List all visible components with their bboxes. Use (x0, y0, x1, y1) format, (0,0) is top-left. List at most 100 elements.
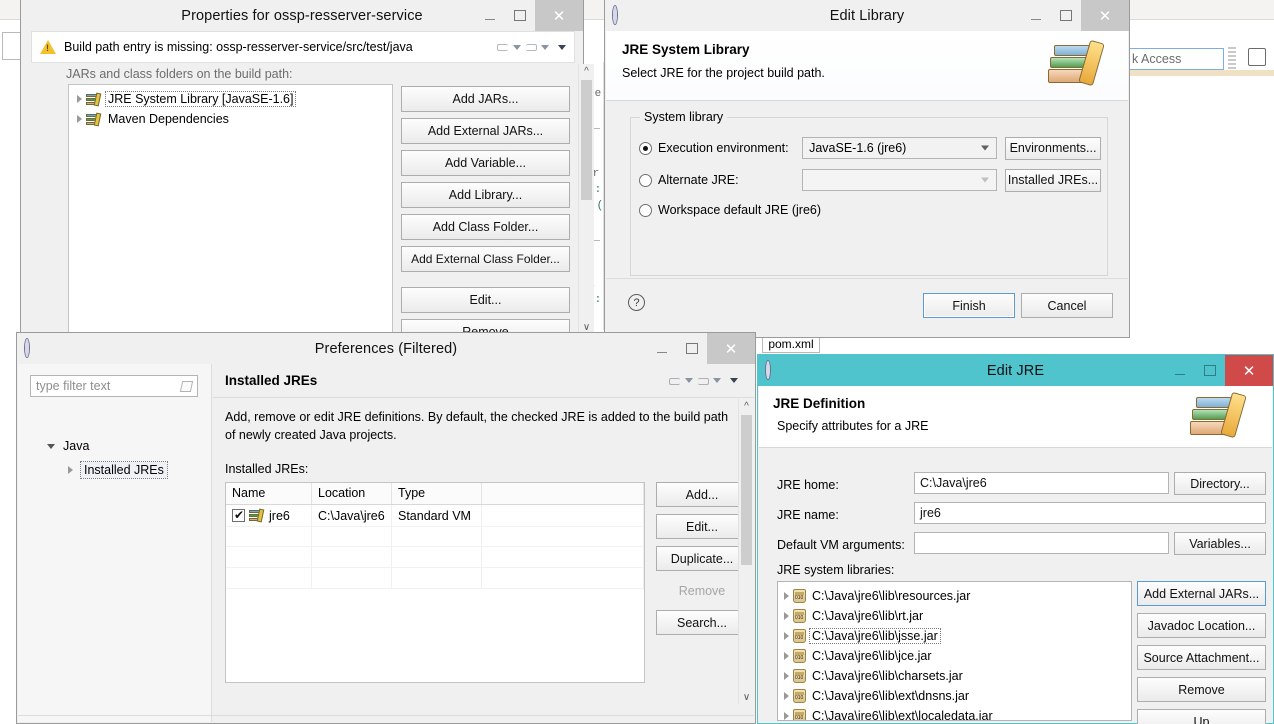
properties-scrollbar[interactable]: ^ ∨ (578, 64, 594, 334)
preferences-titlebar[interactable]: Preferences (Filtered) ✕ (17, 333, 755, 364)
chevron-right-icon[interactable] (784, 712, 789, 720)
library-up-button[interactable]: Up (1137, 709, 1266, 724)
library-list-item[interactable]: C:\Java\jre6\lib\resources.jar (782, 586, 1131, 606)
add-external-jars-button[interactable]: Add External JARs... (401, 118, 570, 144)
chevron-down-icon[interactable] (981, 177, 989, 183)
close-icon[interactable]: ✕ (1225, 355, 1273, 386)
filter-input[interactable]: type filter text (30, 375, 198, 397)
add-external-class-folder-button[interactable]: Add External Class Folder... (401, 246, 570, 272)
variables-button[interactable]: Variables... (1174, 532, 1266, 555)
add-library-button[interactable]: Add Library... (401, 182, 570, 208)
edit-jre-titlebar[interactable]: Edit JRE ✕ (758, 355, 1273, 386)
preferences-nav-icons[interactable] (668, 375, 738, 387)
table-row[interactable]: jre6 C:\Java\jre6 Standard VM (226, 505, 644, 526)
jre-checkbox[interactable] (232, 508, 245, 522)
jre-add-button[interactable]: Add... (656, 482, 748, 507)
alternate-jre-row[interactable]: Alternate JRE: Installed JREs... (639, 168, 1101, 192)
close-icon[interactable]: ✕ (1081, 0, 1129, 31)
chevron-right-icon[interactable] (68, 466, 73, 474)
execution-environment-row[interactable]: Execution environment: JavaSE-1.6 (jre6)… (639, 136, 1101, 160)
chevron-right-icon[interactable] (784, 592, 789, 600)
environments-button[interactable]: Environments... (1005, 136, 1101, 160)
forward-dropdown-icon[interactable] (713, 378, 721, 383)
add-jars-button[interactable]: Add JARs... (401, 86, 570, 112)
quick-access-input[interactable]: k Access (1128, 48, 1224, 70)
edit-library-window-controls[interactable]: ✕ (1021, 0, 1129, 31)
forward-dropdown-icon[interactable] (541, 44, 549, 50)
chevron-right-icon[interactable] (784, 632, 789, 640)
minimize-button[interactable] (1165, 355, 1195, 386)
jre-home-input[interactable]: C:\Java\jre6 (914, 472, 1169, 494)
cancel-button[interactable]: Cancel (1021, 293, 1113, 318)
edit-library-titlebar[interactable]: Edit Library ✕ (605, 0, 1129, 31)
sidebar-item-java[interactable]: Java (46, 436, 89, 456)
edit-button[interactable]: Edit... (401, 287, 570, 313)
library-list-item[interactable]: C:\Java\jre6\lib\rt.jar (782, 606, 1131, 626)
chevron-down-icon[interactable] (981, 145, 989, 151)
javadoc-location-button[interactable]: Javadoc Location... (1137, 613, 1266, 638)
forward-icon[interactable] (696, 375, 710, 387)
preferences-page-scrollbar[interactable]: ^ ∨ (738, 399, 754, 704)
menu-dropdown-icon[interactable] (558, 44, 566, 50)
tree-item-jre-system-library[interactable]: JRE System Library [JavaSE-1.6] (75, 89, 386, 109)
scrollbar-thumb[interactable] (581, 80, 592, 200)
properties-nav-icons[interactable] (496, 41, 566, 53)
cell-name[interactable]: jre6 (226, 505, 312, 526)
installed-jres-table[interactable]: Name Location Type jre6 C:\Java\jre6 Sta… (225, 482, 645, 683)
jre-edit-button[interactable]: Edit... (656, 514, 748, 539)
scrollbar-thumb[interactable] (741, 415, 752, 565)
back-dropdown-icon[interactable] (513, 44, 521, 50)
scroll-up-icon[interactable]: ^ (579, 64, 594, 78)
close-icon[interactable]: ✕ (535, 0, 583, 31)
chevron-right-icon[interactable] (784, 692, 789, 700)
library-list-item[interactable]: C:\Java\jre6\lib\ext\dnsns.jar (782, 686, 1131, 706)
library-list-item[interactable]: C:\Java\jre6\lib\ext\localedata.jar (782, 706, 1131, 720)
sidebar-item-installed-jres[interactable]: Installed JREs (66, 460, 168, 480)
execution-environment-radio[interactable] (639, 141, 652, 155)
maximize-button[interactable] (677, 333, 707, 364)
add-class-folder-button[interactable]: Add Class Folder... (401, 214, 570, 240)
properties-window[interactable]: Properties for ossp-resserver-service ✕ … (20, 0, 594, 345)
chevron-down-icon[interactable] (47, 443, 55, 449)
installed-jres-button[interactable]: Installed JREs... (1005, 168, 1101, 192)
forward-icon[interactable] (524, 41, 538, 53)
chevron-right-icon[interactable] (784, 672, 789, 680)
new-window-icon[interactable] (1248, 48, 1266, 66)
clear-filter-icon[interactable] (179, 380, 194, 392)
chevron-right-icon[interactable] (784, 652, 789, 660)
jre-system-libraries-list[interactable]: C:\Java\jre6\lib\resources.jar C:\Java\j… (777, 581, 1132, 721)
directory-button[interactable]: Directory... (1174, 472, 1266, 495)
tree-item-maven-dependencies[interactable]: Maven Dependencies (75, 109, 386, 129)
chevron-right-icon[interactable] (77, 95, 82, 103)
add-variable-button[interactable]: Add Variable... (401, 150, 570, 176)
add-external-jars-button[interactable]: Add External JARs... (1137, 581, 1266, 606)
maximize-button[interactable] (505, 0, 535, 31)
alternate-jre-radio[interactable] (639, 173, 652, 187)
library-list-item[interactable]: C:\Java\jre6\lib\jce.jar (782, 646, 1131, 666)
minimize-button[interactable] (1021, 0, 1051, 31)
preferences-window-controls[interactable]: ✕ (647, 333, 755, 364)
edit-jre-window[interactable]: Edit JRE ✕ JRE Definition Specify attrib… (757, 354, 1274, 724)
alternate-jre-combo[interactable] (802, 169, 997, 191)
chevron-right-icon[interactable] (77, 115, 82, 123)
back-icon[interactable] (668, 375, 682, 387)
jre-duplicate-button[interactable]: Duplicate... (656, 546, 748, 571)
scroll-up-icon[interactable]: ^ (739, 399, 754, 413)
edit-jre-window-controls[interactable]: ✕ (1165, 355, 1273, 386)
library-list-item-selected[interactable]: C:\Java\jre6\lib\jsse.jar (782, 626, 1131, 646)
finish-button[interactable]: Finish (923, 293, 1015, 318)
library-list-item[interactable]: C:\Java\jre6\lib\charsets.jar (782, 666, 1131, 686)
default-vm-arguments-input[interactable] (914, 532, 1169, 554)
menu-dropdown-icon[interactable] (730, 378, 738, 383)
library-remove-button[interactable]: Remove (1137, 677, 1266, 702)
minimize-button[interactable] (475, 0, 505, 31)
chevron-right-icon[interactable] (784, 612, 789, 620)
scroll-down-icon[interactable]: ∨ (739, 690, 754, 704)
jre-name-input[interactable]: jre6 (914, 502, 1266, 524)
toolbar-drag-handle[interactable] (1228, 45, 1236, 73)
back-icon[interactable] (496, 41, 510, 53)
source-attachment-button[interactable]: Source Attachment... (1137, 645, 1266, 670)
maximize-button[interactable] (1051, 0, 1081, 31)
preferences-window[interactable]: Preferences (Filtered) ✕ type filter tex… (16, 332, 756, 724)
workspace-default-jre-row[interactable]: Workspace default JRE (jre6) (639, 200, 821, 220)
